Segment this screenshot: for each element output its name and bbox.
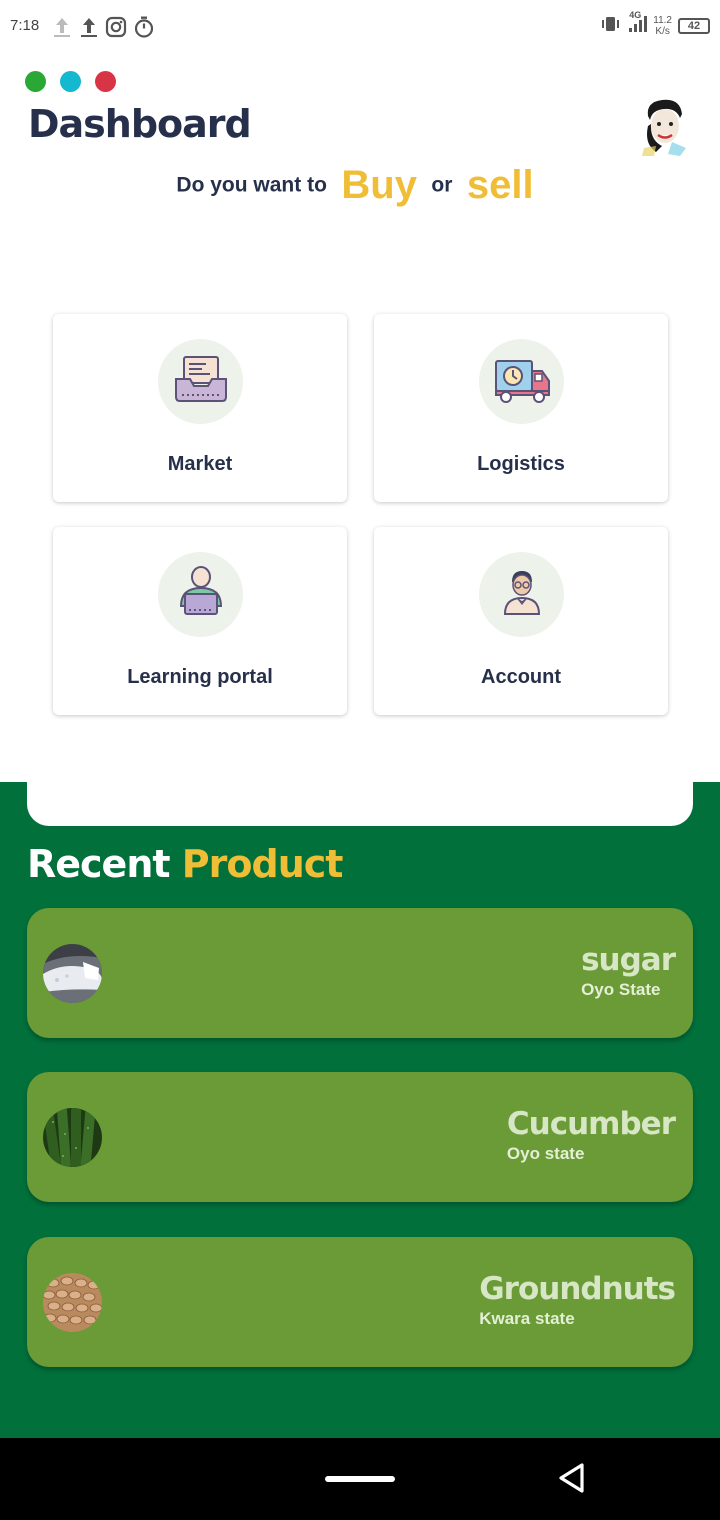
instagram-icon [105, 14, 127, 40]
dashboard-panel-bottom [27, 782, 693, 826]
status-time: 7:18 [10, 17, 40, 34]
status-indicators: 4G 11.2 K/s 42 [599, 10, 710, 38]
learning-portal-card[interactable]: Learning portal [53, 527, 347, 715]
vibrate-icon [599, 14, 621, 38]
signal-icon: 4G [627, 10, 648, 38]
learning-portal-label: Learning portal [127, 666, 273, 688]
page-title: Dashboard [28, 102, 252, 146]
profile-avatar[interactable] [636, 96, 692, 158]
account-card[interactable]: Account [374, 527, 668, 715]
speed-value: 11.2 [653, 15, 672, 26]
buy-link[interactable]: Buy [341, 163, 417, 207]
green-dot [25, 71, 46, 92]
tagline: Do you want to Buy or sell [0, 163, 720, 208]
product-state: Oyo state [506, 1144, 585, 1163]
tagline-prefix: Do you want to [176, 173, 327, 197]
network-type: 4G [629, 10, 642, 20]
account-icon-circle [479, 552, 564, 637]
account-label: Account [481, 666, 561, 688]
logistics-card[interactable]: Logistics [374, 314, 668, 502]
speed-unit: K/s [655, 26, 670, 37]
product-state: Oyo State [581, 980, 661, 999]
cucumber-image [43, 1108, 102, 1167]
user-account-icon [500, 568, 544, 622]
product-name: Groundnuts [479, 1271, 676, 1307]
product-card[interactable]: Groundnuts Kwara state [27, 1237, 693, 1367]
product-name: Cucumber [506, 1106, 676, 1142]
tagline-or: or [431, 173, 453, 197]
product-state: Kwara state [479, 1309, 575, 1328]
red-dot [95, 71, 116, 92]
product-card[interactable]: Cucumber Oyo state [27, 1072, 693, 1202]
recent-heading: Recent Product [27, 842, 344, 886]
learner-laptop-icon [173, 564, 229, 626]
product-info: Cucumber Oyo state [506, 1106, 676, 1164]
sell-link[interactable]: sell [467, 163, 534, 207]
sugar-image [43, 944, 102, 1003]
market-label: Market [167, 453, 233, 475]
product-card[interactable]: sugar Oyo State [27, 908, 693, 1038]
delivery-truck-icon [491, 355, 553, 409]
market-icon-circle [158, 339, 243, 424]
product-info: Groundnuts Kwara state [479, 1271, 676, 1329]
recent-heading-part2: Product [181, 842, 344, 886]
recent-heading-part1: Recent [27, 842, 171, 886]
timer-icon [133, 14, 155, 40]
product-info: sugar Oyo State [581, 942, 676, 1000]
logistics-label: Logistics [477, 453, 565, 475]
home-gesture-bar[interactable] [325, 1476, 395, 1482]
groundnuts-image [43, 1273, 102, 1332]
upload-icon [79, 14, 99, 40]
system-nav-bar [0, 1438, 720, 1520]
battery-indicator: 42 [678, 18, 710, 34]
cyan-dot [60, 71, 81, 92]
product-name: sugar [581, 942, 676, 978]
back-triangle-icon[interactable] [554, 1460, 590, 1496]
window-dots [25, 71, 116, 92]
status-bar: 7:18 4G 11.2 K/s 42 [0, 0, 720, 56]
market-card[interactable]: Market [53, 314, 347, 502]
learning-icon-circle [158, 552, 243, 637]
upload-icon [52, 14, 72, 40]
logistics-icon-circle [479, 339, 564, 424]
network-speed: 11.2 K/s [653, 15, 672, 37]
market-tray-icon [172, 353, 230, 411]
